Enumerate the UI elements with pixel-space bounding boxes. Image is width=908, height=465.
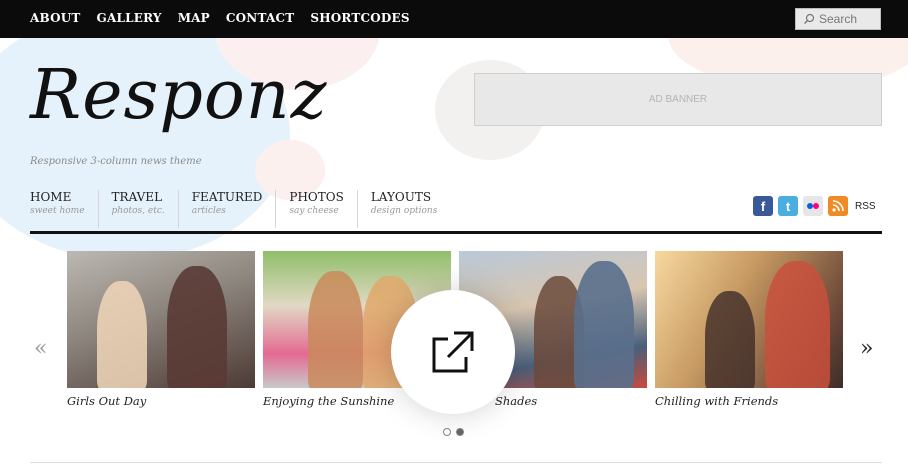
ad-banner-label: AD BANNER bbox=[648, 94, 708, 105]
top-nav-map[interactable]: MAP bbox=[178, 11, 210, 25]
search-placeholder: Search bbox=[819, 12, 858, 26]
slide-item[interactable]: Chilling with Friends bbox=[655, 251, 843, 408]
nav-item-subtitle: say cheese bbox=[289, 206, 339, 216]
twitter-icon[interactable]: t bbox=[778, 196, 798, 216]
nav-item-photos[interactable]: PHOTOS say cheese bbox=[275, 190, 356, 228]
nav-divider bbox=[30, 231, 882, 234]
nav-item-subtitle: sweet home bbox=[30, 206, 85, 216]
nav-item-subtitle: photos, etc. bbox=[111, 206, 165, 216]
nav-item-title: LAYOUTS bbox=[370, 190, 432, 204]
nav-item-travel[interactable]: TRAVEL photos, etc. bbox=[97, 190, 178, 228]
slide-item[interactable]: Girls Out Day bbox=[67, 251, 255, 408]
top-nav: ABOUT GALLERY MAP CONTACT SHORTCODES bbox=[30, 11, 410, 25]
slider-pagination bbox=[443, 428, 464, 436]
facebook-icon[interactable]: f bbox=[753, 196, 773, 216]
slider-dot-active[interactable] bbox=[456, 428, 464, 436]
rss-icon[interactable] bbox=[828, 196, 848, 216]
slide-image[interactable] bbox=[67, 251, 255, 388]
nav-item-title: FEATURED bbox=[191, 190, 263, 204]
top-nav-shortcodes[interactable]: SHORTCODES bbox=[310, 11, 409, 25]
top-nav-gallery[interactable]: GALLERY bbox=[97, 11, 162, 25]
ad-banner[interactable]: AD BANNER bbox=[474, 73, 882, 126]
nav-item-home[interactable]: HOME sweet home bbox=[30, 190, 98, 228]
top-nav-contact[interactable]: CONTACT bbox=[226, 11, 294, 25]
nav-item-title: HOME bbox=[30, 190, 72, 204]
nav-item-subtitle: design options bbox=[370, 206, 438, 216]
site-tagline: Responsive 3-column news theme bbox=[30, 156, 202, 167]
social-links: f t RSS bbox=[753, 196, 876, 216]
nav-item-layouts[interactable]: LAYOUTS design options bbox=[356, 190, 451, 228]
nav-item-title: PHOTOS bbox=[289, 190, 344, 204]
search-input[interactable]: Search bbox=[795, 8, 881, 30]
open-link-button[interactable] bbox=[391, 290, 515, 414]
slider-dot[interactable] bbox=[443, 428, 451, 436]
flickr-icon[interactable] bbox=[803, 196, 823, 216]
nav-item-title: TRAVEL bbox=[111, 190, 163, 204]
main-nav: HOME sweet home TRAVEL photos, etc. FEAT… bbox=[30, 190, 450, 228]
top-bar: ABOUT GALLERY MAP CONTACT SHORTCODES Sea… bbox=[0, 0, 908, 38]
nav-item-featured[interactable]: FEATURED articles bbox=[177, 190, 276, 228]
top-nav-about[interactable]: ABOUT bbox=[30, 11, 81, 25]
bottom-divider bbox=[30, 462, 882, 463]
slider-next-button[interactable]: » bbox=[860, 336, 873, 361]
slide-caption[interactable]: Chilling with Friends bbox=[655, 394, 843, 408]
site-logo[interactable]: Responz bbox=[30, 62, 327, 130]
open-external-icon bbox=[432, 331, 474, 373]
nav-item-subtitle: articles bbox=[191, 206, 226, 216]
rss-label[interactable]: RSS bbox=[855, 201, 876, 212]
search-icon bbox=[804, 13, 815, 24]
slide-caption[interactable]: Girls Out Day bbox=[67, 394, 255, 408]
slider-prev-button[interactable]: « bbox=[34, 336, 47, 361]
slide-image[interactable] bbox=[655, 251, 843, 388]
